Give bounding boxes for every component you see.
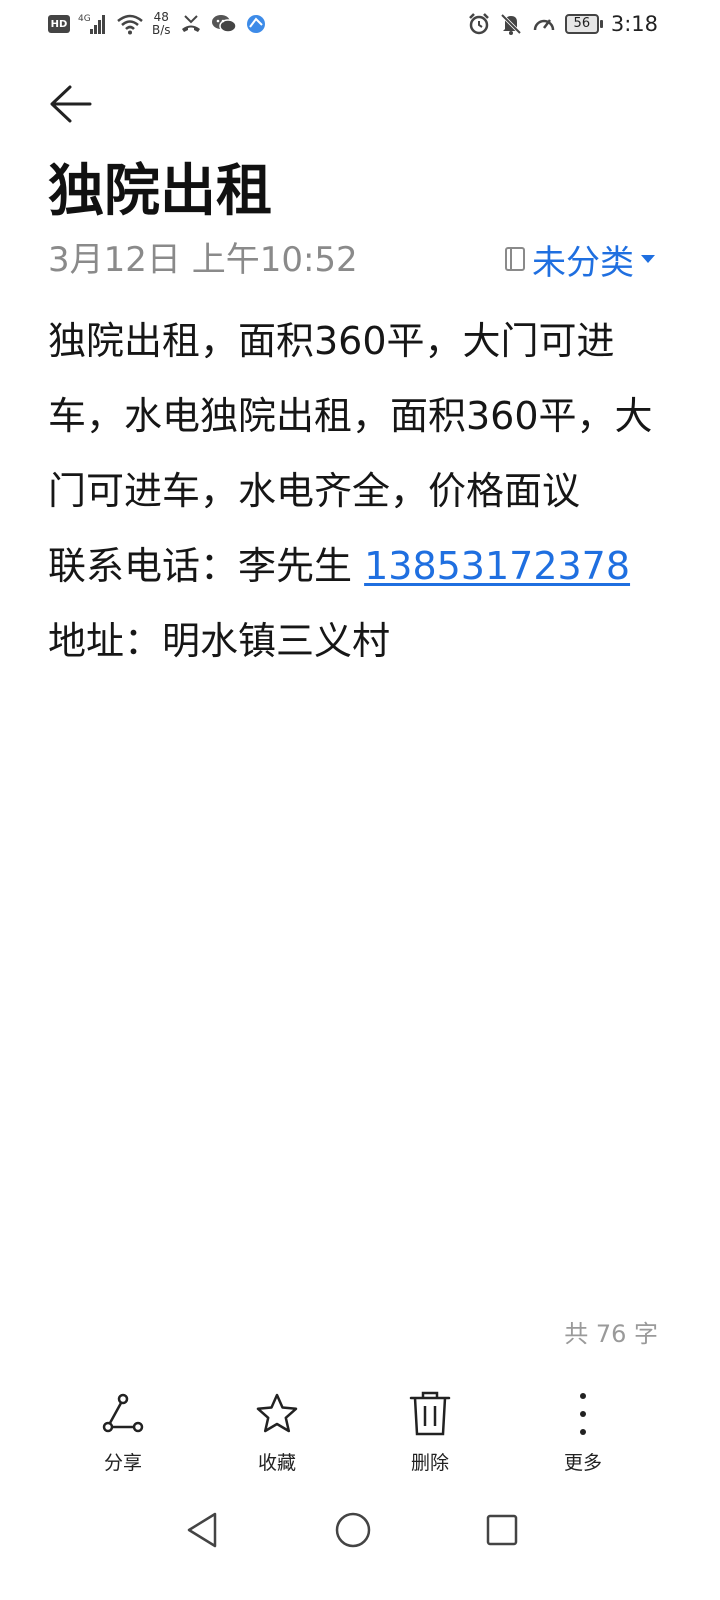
note-body[interactable]: 独院出租，面积360平，大门可进车，水电独院出租，面积360平，大门可进车，水电…	[48, 304, 668, 679]
dropdown-triangle-icon	[641, 255, 655, 263]
note-date: 3月12日 上午10:52	[48, 240, 358, 280]
speedometer-icon	[531, 11, 557, 37]
word-count: 共 76 字	[564, 1320, 658, 1348]
nav-home-button[interactable]	[329, 1506, 377, 1554]
status-bar-right: 56 3:18	[467, 8, 658, 40]
more-button[interactable]: 更多	[528, 1390, 638, 1480]
contact-label: 联系电话：李先生	[48, 544, 365, 588]
notebook-icon	[505, 247, 525, 271]
note-paragraph: 独院出租，面积360平，大门可进车，水电独院出租，面积360平，大门可进车，水电…	[48, 319, 653, 513]
circle-home-icon	[335, 1512, 371, 1548]
nav-recents-button[interactable]	[478, 1506, 526, 1554]
back-arrow-icon	[50, 85, 92, 123]
share-button[interactable]: 分享	[68, 1390, 178, 1480]
favorite-button[interactable]: 收藏	[222, 1390, 332, 1480]
category-label: 未分类	[532, 242, 634, 283]
wechat-icon	[211, 11, 237, 37]
category-selector[interactable]: 未分类	[504, 236, 656, 283]
browser-icon	[245, 11, 267, 37]
missed-call-icon	[179, 11, 203, 37]
hd-icon: HD	[48, 15, 70, 33]
delete-label: 删除	[410, 1452, 449, 1474]
delete-button[interactable]: 删除	[375, 1390, 485, 1480]
signal-icon: 4G	[78, 11, 108, 37]
battery-level: 56	[564, 14, 599, 34]
address-line: 地址：明水镇三义村	[48, 619, 391, 663]
share-icon	[99, 1390, 147, 1438]
status-time: 3:18	[610, 12, 658, 36]
wifi-icon	[116, 11, 144, 37]
share-label: 分享	[103, 1452, 142, 1474]
note-title[interactable]: 独院出租	[48, 156, 272, 228]
net-speed: 48 B/s	[152, 11, 171, 37]
battery-icon: 56	[564, 14, 603, 34]
back-button[interactable]	[44, 78, 96, 130]
bottom-toolbar: 分享 收藏 删除 更多	[0, 1390, 720, 1480]
trash-icon	[406, 1390, 454, 1438]
navigation-bar	[0, 1494, 720, 1564]
more-label: 更多	[563, 1452, 602, 1474]
star-icon	[253, 1390, 301, 1438]
phone-link[interactable]: 13853172378	[364, 544, 630, 588]
network-type-label: 4G	[78, 14, 91, 24]
status-bar-left: HD 4G 48 B/s	[48, 8, 267, 40]
favorite-label: 收藏	[257, 1452, 296, 1474]
contact-line: 联系电话：李先生 13853172378	[48, 529, 668, 604]
mute-icon	[499, 11, 523, 37]
square-recents-icon	[486, 1514, 518, 1546]
status-bar: HD 4G 48 B/s 56 3:18	[0, 0, 720, 48]
more-vertical-icon	[559, 1390, 607, 1438]
battery-cap	[599, 20, 603, 28]
nav-back-button[interactable]	[178, 1506, 226, 1554]
triangle-back-icon	[187, 1512, 217, 1548]
alarm-icon	[467, 11, 491, 37]
net-speed-unit: B/s	[152, 23, 171, 37]
